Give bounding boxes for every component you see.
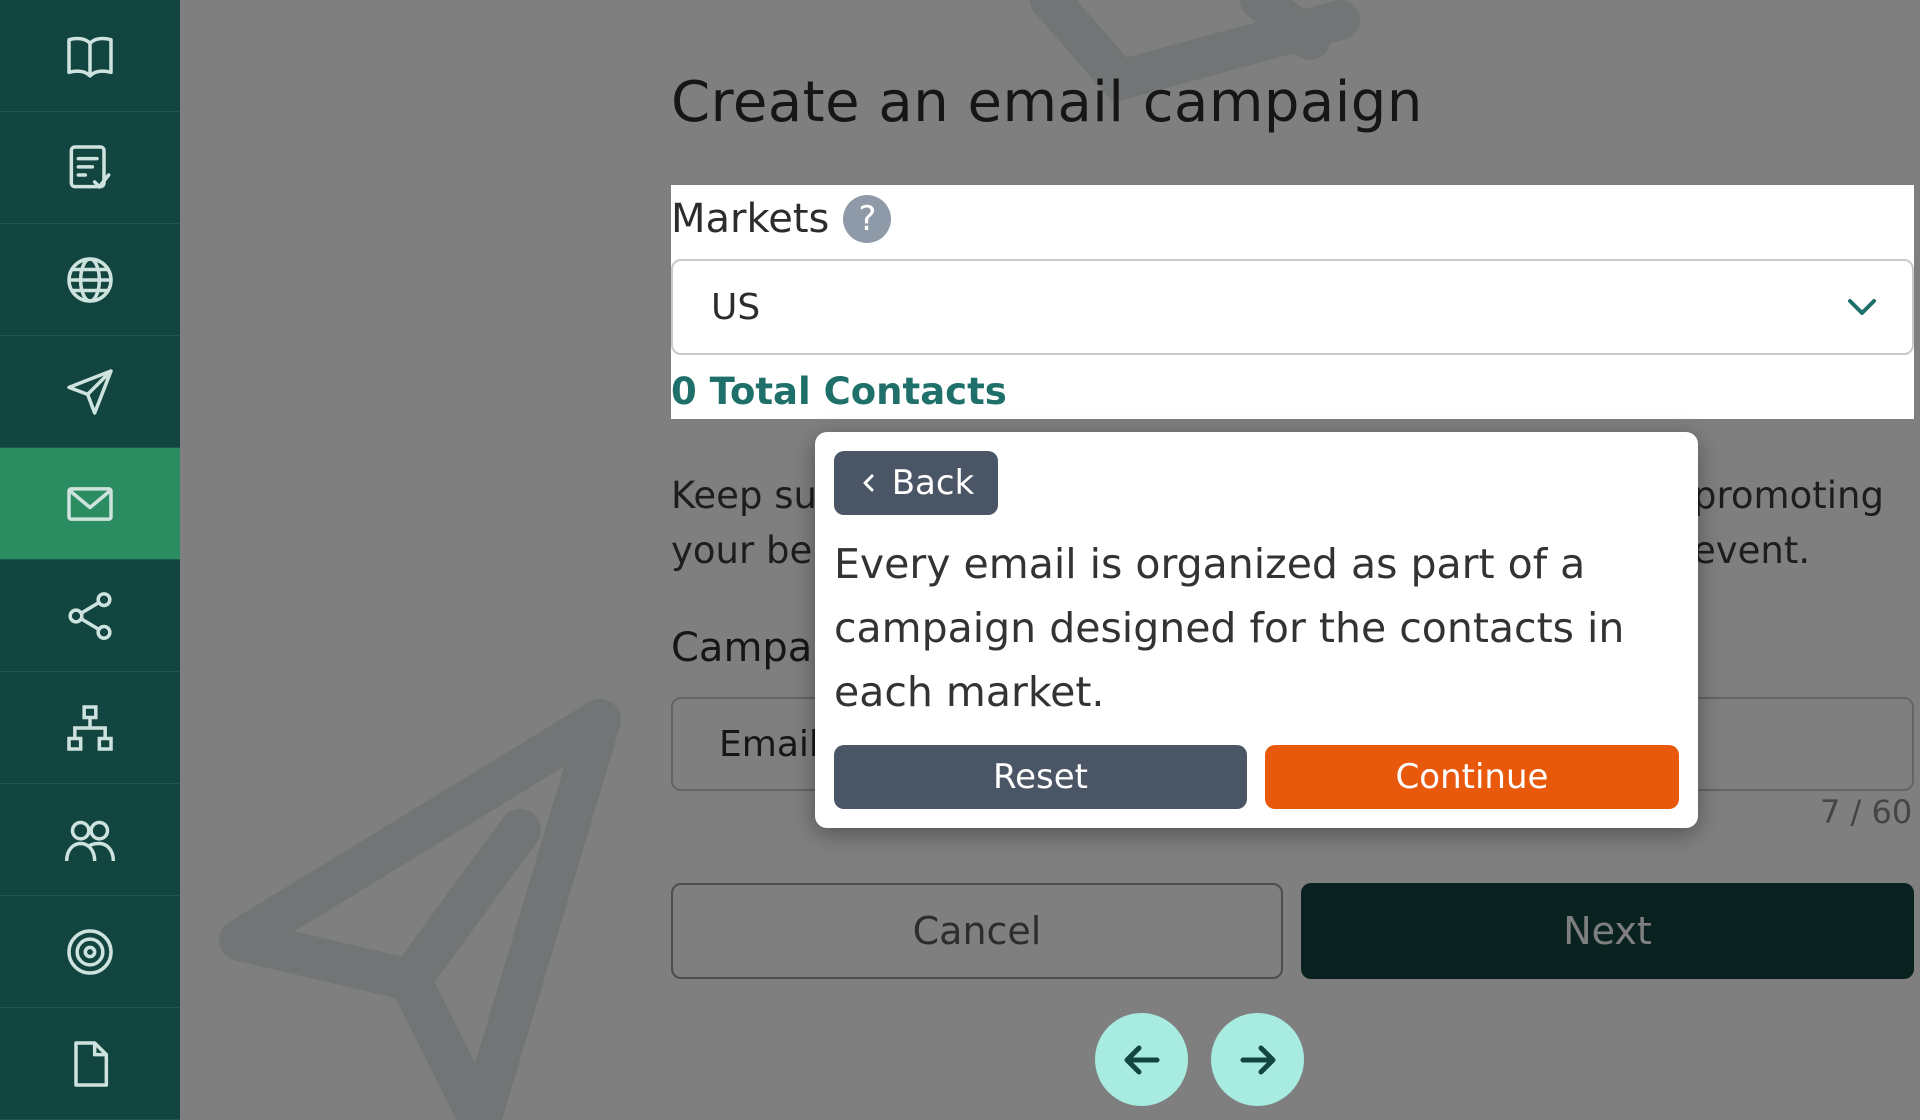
tour-next-button[interactable] <box>1211 1013 1304 1106</box>
sitemap-icon <box>67 704 113 751</box>
market-select[interactable]: US <box>671 259 1914 355</box>
arrow-left-icon <box>1124 1045 1159 1074</box>
sidebar-item-email[interactable] <box>0 448 180 560</box>
sidebar-item-send[interactable] <box>0 336 180 448</box>
globe-icon <box>67 256 113 303</box>
sidebar-item-goals[interactable] <box>0 896 180 1008</box>
help-icon[interactable]: ? <box>843 195 892 243</box>
chevron-down-icon <box>1848 299 1876 315</box>
arrow-right-icon <box>1240 1045 1275 1074</box>
sidebar-item-social[interactable] <box>0 560 180 672</box>
total-contacts: 0 Total Contacts <box>671 370 1007 413</box>
market-select-value: US <box>711 286 761 328</box>
tour-prev-button[interactable] <box>1095 1013 1188 1106</box>
markets-label: Markets ? <box>671 195 892 243</box>
users-icon <box>64 820 116 861</box>
tour-popover: Back Every email is organized as part of… <box>815 432 1698 828</box>
sidebar-item-web[interactable] <box>0 224 180 336</box>
mail-icon <box>67 486 113 521</box>
chevron-left-icon <box>863 474 874 492</box>
target-icon <box>67 928 113 975</box>
share-icon <box>68 591 112 640</box>
tour-back-button[interactable]: Back <box>834 451 998 515</box>
sidebar-item-sitemap[interactable] <box>0 672 180 784</box>
sidebar-item-tasks[interactable] <box>0 112 180 224</box>
tour-reset-button[interactable]: Reset <box>834 745 1247 809</box>
book-icon <box>67 36 113 78</box>
sidebar-item-documents[interactable] <box>0 1008 180 1120</box>
markets-panel: Markets ? US 0 Total Contacts <box>671 185 1914 419</box>
tour-message: Every email is organized as part of a ca… <box>834 540 1625 716</box>
send-icon <box>67 368 113 415</box>
markets-label-text: Markets <box>671 196 830 242</box>
tour-back-label: Back <box>891 463 975 503</box>
checklist-icon <box>69 144 111 189</box>
document-icon <box>74 1040 109 1087</box>
tour-continue-button[interactable]: Continue <box>1265 745 1679 809</box>
sidebar-item-contacts[interactable] <box>0 784 180 896</box>
sidebar <box>0 0 180 1120</box>
sidebar-item-learn[interactable] <box>0 0 180 112</box>
